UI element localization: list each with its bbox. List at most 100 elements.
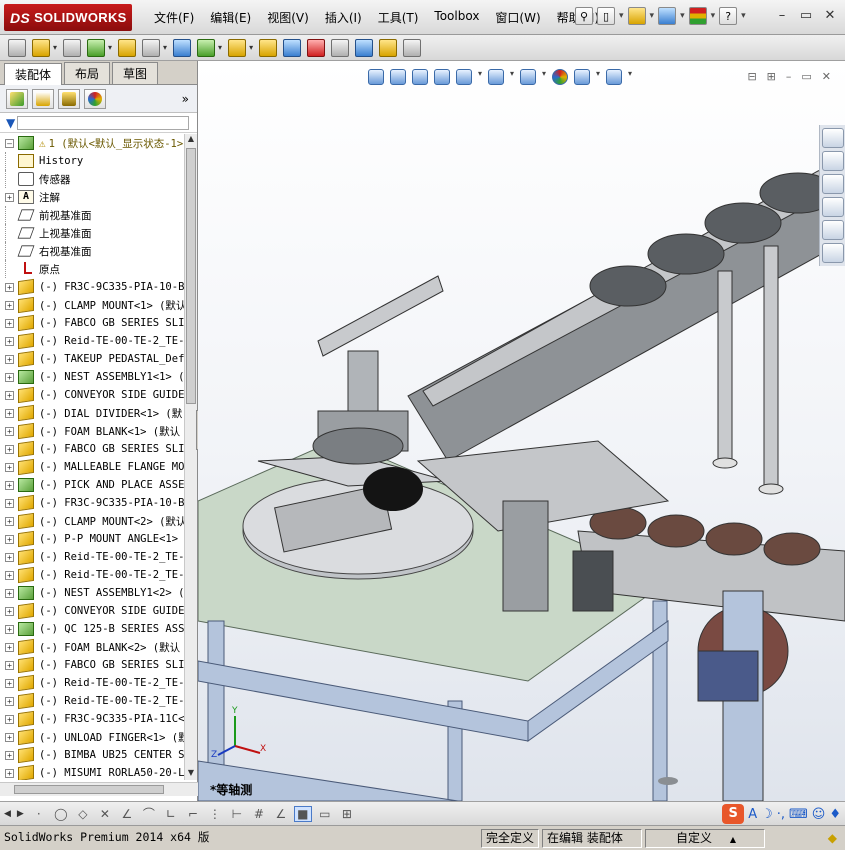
expand-icon[interactable]: + bbox=[5, 714, 14, 724]
chevron-down-icon[interactable]: ▾ bbox=[619, 11, 624, 21]
display-style-icon[interactable] bbox=[488, 69, 504, 85]
tree-component[interactable]: + (-) NEST ASSEMBLY1<1> ( bbox=[0, 368, 184, 386]
tree-component[interactable]: + (-) UNLOAD FINGER<1> (默 bbox=[0, 728, 184, 746]
chevron-down-icon[interactable]: ▾ bbox=[711, 11, 716, 21]
expand-icon[interactable]: + bbox=[5, 336, 14, 346]
tree-component[interactable]: + (-) FR3C-9C335-PIA-10-B bbox=[0, 278, 184, 296]
view-orientation-icon[interactable] bbox=[456, 69, 472, 85]
section-view-icon[interactable] bbox=[434, 69, 450, 85]
tab-assembly[interactable]: 装配体 bbox=[4, 63, 63, 85]
displaymanager-icon[interactable] bbox=[84, 88, 106, 109]
expand-icon[interactable]: + bbox=[5, 300, 14, 310]
mirror-icon[interactable]: ⋮ bbox=[206, 806, 224, 822]
expand-icon[interactable]: + bbox=[5, 606, 14, 616]
tab-sketch[interactable]: 草图 bbox=[112, 62, 159, 84]
chevron-down-icon[interactable]: ▾ bbox=[53, 43, 57, 52]
instant3d-icon[interactable] bbox=[403, 38, 422, 57]
expand-icon[interactable]: + bbox=[5, 516, 14, 526]
ime-user-icon[interactable]: ☺ bbox=[812, 807, 826, 822]
tree-component[interactable]: + (-) FOAM BLANK<2> (默认 bbox=[0, 638, 184, 656]
angle-icon[interactable]: ∠ bbox=[272, 806, 290, 822]
chevron-down-icon[interactable]: ▾ bbox=[163, 43, 167, 52]
bill-of-materials-icon[interactable] bbox=[283, 38, 302, 57]
solidworks-resources-icon[interactable] bbox=[822, 128, 844, 148]
tree-component[interactable]: + (-) CONVEYOR SIDE GUIDE bbox=[0, 386, 184, 404]
expand-icon[interactable]: + bbox=[5, 354, 14, 364]
chevron-down-icon[interactable]: ▾ bbox=[510, 69, 514, 85]
chevron-down-icon[interactable]: ▾ bbox=[218, 43, 222, 52]
show-hidden-components-icon[interactable] bbox=[173, 38, 192, 57]
view-settings-icon[interactable] bbox=[606, 69, 622, 85]
tree-component[interactable]: + (-) Reid-TE-00-TE-2_TE- bbox=[0, 692, 184, 710]
expand-icon[interactable]: + bbox=[5, 372, 14, 382]
point-icon[interactable]: · bbox=[30, 806, 48, 822]
expand-icon[interactable]: + bbox=[5, 552, 14, 562]
tree-item[interactable]: 原点 bbox=[0, 260, 184, 278]
solidworks-logo[interactable]: DS SOLIDWORKS bbox=[4, 4, 132, 31]
ime-moon-icon[interactable]: ☽ bbox=[761, 807, 773, 822]
menu-file[interactable]: 文件(F) bbox=[146, 9, 202, 26]
menu-toolbox[interactable]: Toolbox bbox=[426, 9, 487, 26]
shaded-display-icon[interactable]: ■ bbox=[293, 805, 312, 822]
chevron-down-icon[interactable]: ▾ bbox=[741, 11, 746, 21]
expand-icon[interactable]: + bbox=[5, 444, 14, 454]
polygon-icon[interactable]: ◇ bbox=[74, 806, 92, 822]
ime-shirt-icon[interactable]: ♦ bbox=[829, 807, 841, 822]
filter-icon[interactable]: ▼ bbox=[6, 116, 15, 130]
zoom-to-area-icon[interactable] bbox=[390, 69, 406, 85]
edit-component-icon[interactable] bbox=[8, 38, 26, 57]
doc-minimize-button[interactable]: – bbox=[786, 70, 792, 83]
pin-icon[interactable]: ⚲ bbox=[575, 7, 593, 25]
tree-item[interactable]: + A 注解 bbox=[0, 188, 184, 206]
tree-item[interactable]: 上视基准面 bbox=[0, 224, 184, 242]
menu-insert[interactable]: 插入(I) bbox=[317, 9, 370, 26]
view-palette-icon[interactable] bbox=[822, 197, 844, 217]
reference-geometry-icon[interactable] bbox=[228, 38, 247, 57]
scroll-up-icon[interactable]: ▲ bbox=[185, 134, 197, 146]
split-vertical-icon[interactable]: ⊞ bbox=[767, 70, 776, 83]
scroll-left-icon[interactable]: ◀ bbox=[4, 809, 11, 819]
clearance-verification-icon[interactable] bbox=[379, 38, 398, 57]
chevron-down-icon[interactable]: ▾ bbox=[108, 43, 112, 52]
featuremanager-tree-icon[interactable] bbox=[6, 88, 28, 109]
expand-icon[interactable]: + bbox=[5, 678, 14, 688]
chevron-down-icon[interactable]: ▾ bbox=[628, 69, 632, 85]
grid-icon[interactable]: # bbox=[250, 806, 268, 822]
scroll-right-icon[interactable]: ▶ bbox=[17, 809, 24, 819]
exploded-view-icon[interactable] bbox=[307, 38, 326, 57]
doc-close-button[interactable]: ✕ bbox=[822, 70, 831, 83]
units-selector[interactable]: 自定义 ▲ bbox=[645, 828, 766, 848]
expand-icon[interactable]: + bbox=[5, 282, 14, 292]
smart-fasteners-icon[interactable] bbox=[118, 38, 137, 57]
expand-icon[interactable]: + bbox=[5, 480, 14, 490]
expand-icon[interactable]: + bbox=[5, 192, 14, 202]
expand-icon[interactable]: + bbox=[5, 318, 14, 328]
apply-scene-icon[interactable] bbox=[574, 69, 590, 85]
chevron-down-icon[interactable]: ▾ bbox=[650, 11, 655, 21]
tree-component[interactable]: + (-) DIAL DIVIDER<1> (默 bbox=[0, 404, 184, 422]
tree-component[interactable]: + (-) TAKEUP PEDASTAL_Def bbox=[0, 350, 184, 368]
ime-mode-icon[interactable]: A bbox=[748, 807, 757, 822]
tree-component[interactable]: + (-) CLAMP MOUNT<1> (默认 bbox=[0, 296, 184, 314]
tree-component[interactable]: + (-) QC 125-B SERIES ASS bbox=[0, 620, 184, 638]
tree-component[interactable]: + (-) FR3C-9C335-PIA-10-B bbox=[0, 494, 184, 512]
ime-keyboard-icon[interactable]: ⌨ bbox=[789, 807, 808, 822]
tree-component[interactable]: + (-) BIMBA UB25 CENTER S bbox=[0, 746, 184, 764]
close-button[interactable]: ✕ bbox=[821, 8, 839, 24]
rebuild-traffic-light-icon[interactable] bbox=[688, 7, 707, 25]
new-motion-study-icon[interactable] bbox=[259, 38, 278, 57]
assembly-features-icon[interactable] bbox=[197, 38, 216, 57]
tree-component[interactable]: + (-) PICK AND PLACE ASSE bbox=[0, 476, 184, 494]
chevron-down-icon[interactable]: ▾ bbox=[596, 69, 600, 85]
menu-view[interactable]: 视图(V) bbox=[259, 9, 317, 26]
expand-icon[interactable]: + bbox=[5, 732, 14, 742]
filter-input[interactable] bbox=[17, 115, 190, 130]
expand-icon[interactable]: + bbox=[5, 768, 14, 778]
explode-line-sketch-icon[interactable] bbox=[331, 38, 350, 57]
expand-icon[interactable]: + bbox=[5, 462, 14, 472]
model-viewport[interactable] bbox=[198, 61, 845, 801]
propertymanager-icon[interactable] bbox=[32, 88, 54, 109]
chevron-down-icon[interactable]: ▾ bbox=[680, 11, 685, 21]
tree-component[interactable]: + (-) FOAM BLANK<1> (默认 bbox=[0, 422, 184, 440]
offset-icon[interactable]: ⌐ bbox=[184, 806, 202, 822]
